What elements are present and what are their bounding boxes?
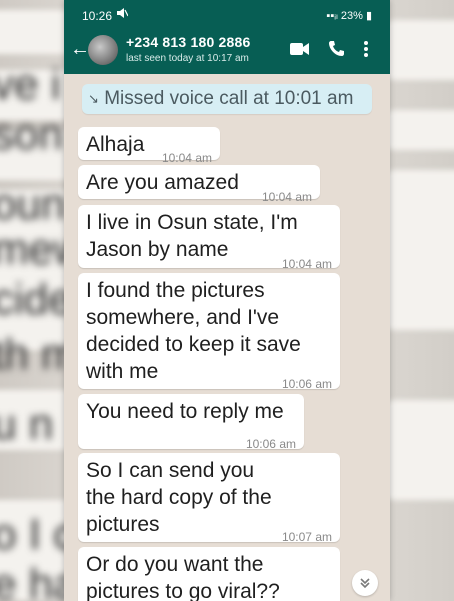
back-arrow-icon[interactable]: ←	[70, 38, 90, 61]
status-indicators: ▪︎▪︎ᵢₗ 23% ▮	[326, 9, 372, 22]
video-call-icon[interactable]	[290, 42, 310, 61]
message-bubble[interactable]: I found the pictures somewhere, and I've…	[78, 273, 340, 391]
message-text: You need to reply me	[86, 400, 284, 423]
double-chevron-down-icon	[360, 578, 370, 589]
message-bubble[interactable]: Alhaja 10:04 am	[78, 127, 220, 165]
message-text: Are you amazed	[86, 171, 239, 194]
status-bar: 10:26 ▪︎▪︎ᵢₗ 23% ▮	[64, 0, 390, 30]
message-text: I found the pictures somewhere, and I've…	[86, 279, 301, 383]
last-seen: last seen today at 10:17 am	[126, 53, 249, 64]
missed-call-text: Missed voice call at 10:01 am	[104, 88, 354, 109]
message-text: I live in Osun state, I'm Jason by name	[86, 211, 298, 261]
signal-icon: ▪︎▪︎ᵢₗ	[326, 10, 338, 22]
missed-call-notice: ↘ Missed voice call at 10:01 am	[82, 84, 372, 114]
message-bubble[interactable]: I live in Osun state, I'm Jason by name …	[78, 205, 340, 271]
contact-name[interactable]: +234 813 180 2886	[126, 34, 250, 50]
status-time: 10:26	[82, 9, 113, 23]
avatar[interactable]	[88, 35, 118, 65]
more-options-icon[interactable]	[363, 40, 369, 63]
battery-level: 23%	[340, 10, 363, 22]
missed-call-icon: ↘	[88, 91, 99, 106]
message-bubble[interactable]: So I can send you the hard copy of the p…	[78, 453, 340, 544]
phone-screen: 10:26 ▪︎▪︎ᵢₗ 23% ▮ ← +234 813 180 2886 l…	[64, 0, 390, 601]
mute-icon	[116, 7, 129, 22]
voice-call-icon[interactable]	[328, 40, 344, 63]
message-bubble[interactable]: You need to reply me 10:06 am	[78, 394, 304, 451]
message-text: Or do you want the pictures to go viral?…	[86, 553, 280, 601]
scroll-to-bottom-button[interactable]	[352, 570, 378, 596]
battery-icon: ▮	[365, 10, 372, 22]
message-bubble[interactable]: Or do you want the pictures to go viral?…	[78, 547, 340, 601]
chat-area[interactable]: ↘ Missed voice call at 10:01 am Alhaja 1…	[64, 74, 390, 601]
message-text: So I can send you the hard copy of the p…	[86, 459, 272, 536]
message-text: Alhaja	[86, 133, 145, 156]
message-bubble[interactable]: Are you amazed 10:04 am	[78, 165, 320, 204]
chat-header: ← +234 813 180 2886 last seen today at 1…	[64, 30, 390, 74]
